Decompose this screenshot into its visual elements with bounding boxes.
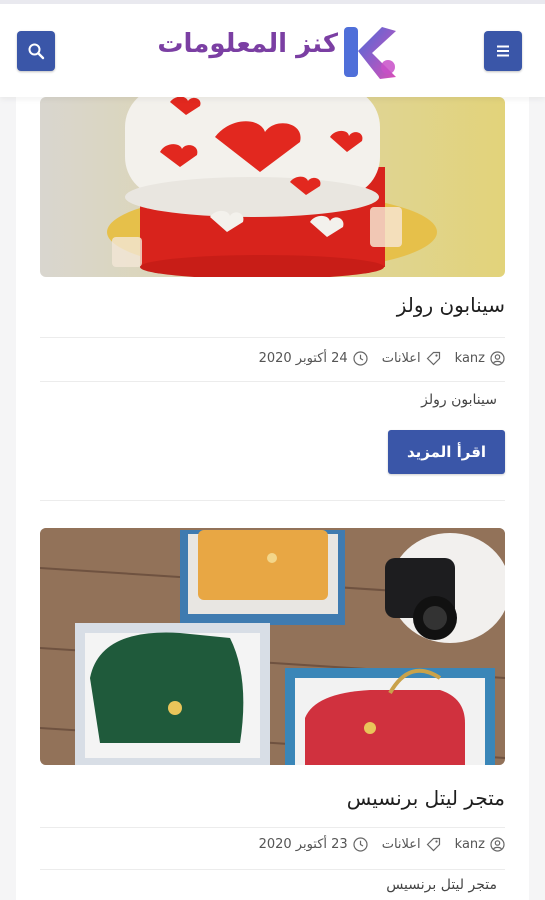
divider — [40, 381, 505, 382]
post-title[interactable]: متجر ليتل برنسيس — [347, 786, 505, 810]
tag-icon — [426, 351, 440, 365]
user-icon — [490, 350, 505, 366]
post-date: 23 أكتوبر 2020 — [259, 837, 368, 852]
site-header: كنز المعلومات — [0, 0, 545, 97]
clock-icon — [353, 350, 368, 366]
post-thumbnail[interactable] — [40, 97, 505, 277]
post-meta: kanz اعلانات 23 أكتوبر 2020 — [245, 834, 505, 854]
divider — [40, 500, 505, 501]
divider — [40, 869, 505, 870]
site-logo[interactable]: كنز المعلومات — [142, 21, 407, 83]
divider — [40, 827, 505, 828]
post-category[interactable]: اعلانات — [382, 837, 441, 852]
user-icon — [490, 836, 505, 852]
search-button[interactable] — [17, 31, 55, 71]
clock-icon — [353, 836, 368, 852]
cake-image — [40, 97, 505, 277]
post-thumbnail[interactable] — [40, 528, 505, 765]
post-excerpt: متجر ليتل برنسيس — [386, 877, 497, 893]
post-excerpt: سينابون رولز — [421, 392, 497, 408]
category-name: اعلانات — [381, 350, 421, 366]
post-item: سينابون رولز kanz اعلانات 24 أكتوبر 2020… — [40, 97, 505, 507]
post-date: 24 أكتوبر 2020 — [259, 351, 368, 366]
date-text: 24 أكتوبر 2020 — [258, 350, 348, 366]
handbags-image — [40, 528, 505, 765]
menu-button[interactable] — [484, 31, 522, 71]
tag-icon — [426, 837, 440, 851]
divider — [40, 337, 505, 338]
logo-k-mark — [344, 27, 396, 79]
post-meta: kanz اعلانات 24 أكتوبر 2020 — [245, 348, 505, 368]
hamburger-menu-icon — [497, 45, 509, 57]
author-name: kanz — [454, 836, 485, 852]
post-title[interactable]: سينابون رولز — [397, 293, 505, 317]
post-category[interactable]: اعلانات — [382, 351, 441, 366]
author-name: kanz — [454, 350, 485, 366]
post-author[interactable]: kanz — [455, 351, 505, 366]
logo-text: كنز المعلومات — [157, 29, 339, 59]
posts-container: سينابون رولز kanz اعلانات 24 أكتوبر 2020… — [16, 97, 529, 900]
search-icon — [28, 43, 45, 60]
date-text: 23 أكتوبر 2020 — [258, 836, 348, 852]
category-name: اعلانات — [381, 836, 421, 852]
post-author[interactable]: kanz — [455, 837, 505, 852]
read-more-button[interactable]: اقرأ المزيد — [388, 430, 505, 474]
post-item: متجر ليتل برنسيس kanz اعلانات 23 أكتوبر … — [40, 528, 505, 900]
